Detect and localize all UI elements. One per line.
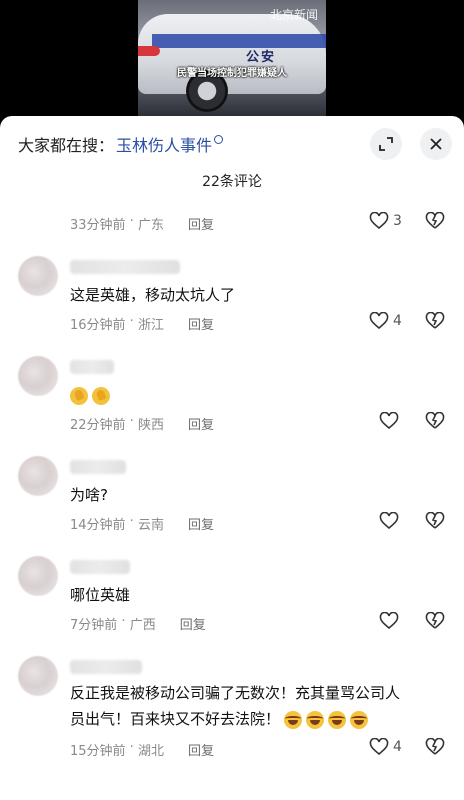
car-text: 公安 [246, 50, 277, 65]
clap-emoji-icon [70, 386, 88, 405]
search-icon [214, 134, 224, 144]
comment-meta: 33分钟前 · 广东 回复 [70, 214, 214, 233]
reply-button[interactable]: 回复 [188, 514, 214, 533]
username[interactable] [70, 260, 180, 274]
trending-search[interactable]: 大家都在搜： 玉林伤人事件 [18, 132, 224, 156]
comment-meta: 14分钟前 · 云南 回复 [70, 514, 214, 533]
username[interactable] [70, 460, 126, 474]
close-icon [430, 138, 442, 150]
like-button[interactable] [379, 512, 399, 530]
comment-location: 云南 [137, 518, 164, 533]
comment-location: 广西 [129, 618, 156, 633]
heart-icon [379, 412, 399, 430]
comment-text-line: 员出气！百来块又不好去法院！ [70, 710, 281, 728]
like-button[interactable]: 4 [369, 312, 402, 330]
avatar[interactable] [18, 256, 58, 296]
like-button[interactable] [379, 412, 399, 430]
comment-text-line: 反正我是被移动公司骗了无数次！充其量骂公司人 [70, 684, 401, 702]
like-button[interactable]: 4 [369, 738, 402, 756]
dislike-button[interactable] [425, 511, 445, 534]
comment-time: 33分钟前 [70, 218, 126, 233]
comment-text: 这是英雄，移动太坑人了 [70, 286, 236, 304]
broken-heart-icon [425, 411, 445, 429]
comment-text [70, 382, 114, 408]
reply-button[interactable]: 回复 [188, 414, 214, 433]
comment-item: 这是英雄，移动太坑人了 16分钟前 · 浙江 回复 4 [0, 254, 464, 334]
comment-time: 7分钟前 [70, 618, 118, 633]
dislike-button[interactable] [425, 411, 445, 434]
like-count: 4 [393, 739, 402, 755]
username[interactable] [70, 560, 130, 574]
broken-heart-icon [425, 737, 445, 755]
broken-heart-icon [425, 211, 445, 229]
comment-count-title: 22条评论 [202, 174, 262, 190]
close-button[interactable] [420, 128, 452, 160]
comment-location: 广东 [137, 218, 164, 233]
dislike-button[interactable] [425, 211, 445, 234]
car-taillight [138, 46, 160, 56]
video-preview[interactable]: 公安 北京新闻 民警当场控制犯罪嫌疑人 [0, 0, 464, 118]
expand-icon [379, 137, 393, 151]
search-term-link[interactable]: 玉林伤人事件 [116, 132, 212, 156]
broken-heart-icon [425, 511, 445, 529]
laughing-emoji-icon [328, 710, 347, 729]
laughing-emoji-icon [284, 710, 303, 729]
heart-icon [369, 738, 389, 756]
like-count: 4 [393, 313, 402, 329]
comment-time: 15分钟前 [70, 744, 126, 759]
video-caption: 民警当场控制犯罪嫌疑人 [177, 68, 287, 79]
avatar[interactable] [18, 556, 58, 596]
comment-meta: 16分钟前 · 浙江 回复 [70, 314, 214, 333]
heart-icon [379, 512, 399, 530]
dislike-button[interactable] [425, 611, 445, 634]
dislike-button[interactable] [425, 311, 445, 334]
comment-meta: 15分钟前 · 湖北 回复 [70, 740, 214, 759]
like-count: 3 [393, 213, 402, 229]
laughing-emoji-icon [306, 710, 325, 729]
clap-emoji-icon [92, 386, 110, 405]
comment-text: 反正我是被移动公司骗了无数次！充其量骂公司人 员出气！百来块又不好去法院！ [70, 680, 456, 732]
broken-heart-icon [425, 311, 445, 329]
like-button[interactable] [379, 612, 399, 630]
comment-item: 为啥? 14分钟前 · 云南 回复 [0, 454, 464, 534]
like-button[interactable]: 3 [369, 212, 402, 230]
avatar[interactable] [18, 656, 58, 696]
comment-text: 为啥? [70, 486, 108, 504]
car-stripe [152, 34, 326, 48]
dislike-button[interactable] [425, 737, 445, 760]
avatar[interactable] [18, 456, 58, 496]
expand-button[interactable] [370, 128, 402, 160]
comment-location: 浙江 [137, 318, 164, 333]
username[interactable] [70, 660, 142, 674]
username[interactable] [70, 360, 114, 374]
broken-heart-icon [425, 611, 445, 629]
comment-item: 33分钟前 · 广东 回复 3 [0, 206, 464, 236]
comment-location: 湖北 [137, 744, 164, 759]
comment-meta: 7分钟前 · 广西 回复 [70, 614, 206, 633]
heart-icon [379, 612, 399, 630]
comment-item: 反正我是被移动公司骗了无数次！充其量骂公司人 员出气！百来块又不好去法院！ 15… [0, 654, 464, 764]
reply-button[interactable]: 回复 [180, 614, 206, 633]
heart-icon [369, 212, 389, 230]
comment-time: 22分钟前 [70, 418, 126, 433]
comment-meta: 22分钟前 · 陕西 回复 [70, 414, 214, 433]
comment-sheet: 大家都在搜： 玉林伤人事件 22条评论 33分钟前 · 广东 回复 3 这是英雄… [0, 116, 464, 800]
avatar[interactable] [18, 356, 58, 396]
reply-button[interactable]: 回复 [188, 314, 214, 333]
reply-button[interactable]: 回复 [188, 740, 214, 759]
heart-icon [369, 312, 389, 330]
comment-item: 哪位英雄 7分钟前 · 广西 回复 [0, 554, 464, 634]
comment-time: 16分钟前 [70, 318, 126, 333]
comment-location: 陕西 [137, 418, 164, 433]
comment-item: 22分钟前 · 陕西 回复 [0, 354, 464, 434]
comment-time: 14分钟前 [70, 518, 126, 533]
video-frame[interactable]: 公安 北京新闻 民警当场控制犯罪嫌疑人 [138, 0, 326, 118]
laughing-emoji-icon [350, 710, 369, 729]
reply-button[interactable]: 回复 [188, 214, 214, 233]
comment-text: 哪位英雄 [70, 586, 131, 604]
police-car-image [138, 14, 326, 94]
search-prefix: 大家都在搜： [18, 136, 115, 155]
video-logo: 北京新闻 [270, 8, 319, 22]
